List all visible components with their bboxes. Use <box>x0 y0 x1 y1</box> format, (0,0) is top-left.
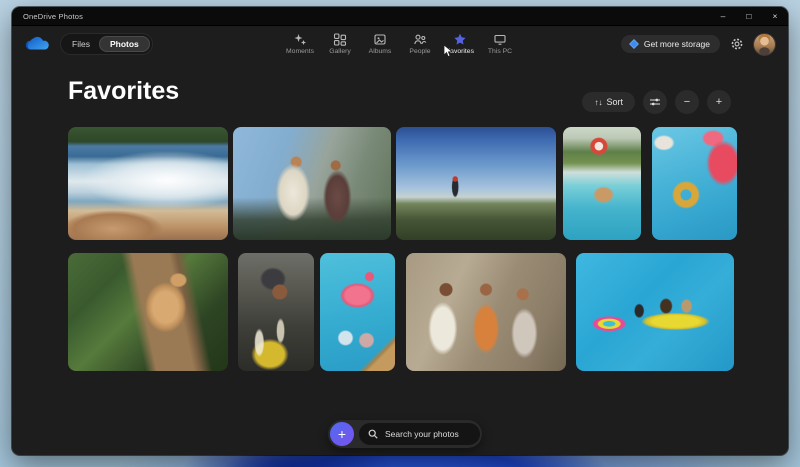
tab-albums[interactable]: Albums <box>365 33 396 55</box>
tab-label: Moments <box>286 48 314 55</box>
photo-woman-wine[interactable] <box>238 253 314 371</box>
tab-label: Albums <box>369 48 392 55</box>
photo-dogs-paddleboard[interactable] <box>576 253 734 371</box>
window-controls: – □ × <box>710 7 788 25</box>
search-icon <box>368 429 378 439</box>
search-input[interactable] <box>383 428 471 440</box>
photo-pool-beach-ball[interactable] <box>563 127 641 240</box>
plus-icon: + <box>716 97 722 108</box>
mouse-cursor <box>443 44 453 58</box>
gallery-grid-icon <box>334 33 347 46</box>
monitor-icon <box>494 33 507 46</box>
photo-boat-lake[interactable] <box>68 127 228 240</box>
photo-friends-street[interactable] <box>406 253 566 371</box>
files-photos-toggle: Files Photos <box>60 33 153 55</box>
sort-button-label: Sort <box>606 97 623 107</box>
tab-moments[interactable]: Moments <box>285 33 316 55</box>
close-button[interactable]: × <box>762 7 788 25</box>
view-toolbar: ↑↓ Sort − + <box>582 90 731 114</box>
settings-button[interactable] <box>729 36 745 52</box>
photo-view-tabs: Moments Gallery <box>285 26 516 62</box>
get-more-storage-button[interactable]: Get more storage <box>621 35 720 53</box>
album-icon <box>374 33 387 46</box>
gear-icon <box>730 37 744 51</box>
storage-button-label: Get more storage <box>644 39 710 49</box>
navigation-bar: Files Photos Moments <box>12 26 788 62</box>
title-bar: OneDrive Photos – □ × <box>12 7 788 26</box>
zoom-out-button[interactable]: − <box>675 90 699 114</box>
tab-people[interactable]: People <box>405 33 436 55</box>
filter-button[interactable] <box>643 90 667 114</box>
tab-label: Gallery <box>329 48 351 55</box>
tab-label: This PC <box>488 48 512 55</box>
plus-icon: + <box>338 427 346 441</box>
favorites-star-icon <box>454 33 467 46</box>
page-title: Favorites <box>68 77 179 106</box>
navbar-right-cluster: Get more storage <box>621 34 775 55</box>
search-field-container <box>359 423 480 445</box>
files-toggle-button[interactable]: Files <box>63 36 99 52</box>
zoom-in-button[interactable]: + <box>707 90 731 114</box>
photo-dog-on-log[interactable] <box>68 253 228 371</box>
onedrive-photos-window: OneDrive Photos – □ × Files Photos <box>12 7 788 455</box>
photo-pool-floats[interactable] <box>652 127 737 240</box>
maximize-button[interactable]: □ <box>736 7 762 25</box>
photo-couple-bicycles[interactable] <box>233 127 391 240</box>
sort-arrows-icon: ↑↓ <box>594 98 602 107</box>
onedrive-logo-icon <box>25 35 51 53</box>
photo-hiker-ridge[interactable] <box>396 127 556 240</box>
minimize-button[interactable]: – <box>710 7 736 25</box>
photo-flamingo-float[interactable] <box>320 253 395 371</box>
search-bar: + <box>328 420 482 448</box>
add-photos-button[interactable]: + <box>330 422 354 446</box>
people-icon <box>414 33 427 46</box>
window-title: OneDrive Photos <box>23 12 83 21</box>
tab-gallery[interactable]: Gallery <box>325 33 356 55</box>
account-avatar[interactable] <box>754 34 775 55</box>
storage-gem-icon <box>629 39 639 49</box>
filter-sliders-icon <box>649 96 661 108</box>
tab-this-pc[interactable]: This PC <box>485 33 516 55</box>
sort-button[interactable]: ↑↓ Sort <box>582 92 635 112</box>
tab-label: People <box>409 48 430 55</box>
photos-toggle-button[interactable]: Photos <box>99 36 150 52</box>
minus-icon: − <box>684 97 690 108</box>
sparkles-icon <box>294 33 307 46</box>
